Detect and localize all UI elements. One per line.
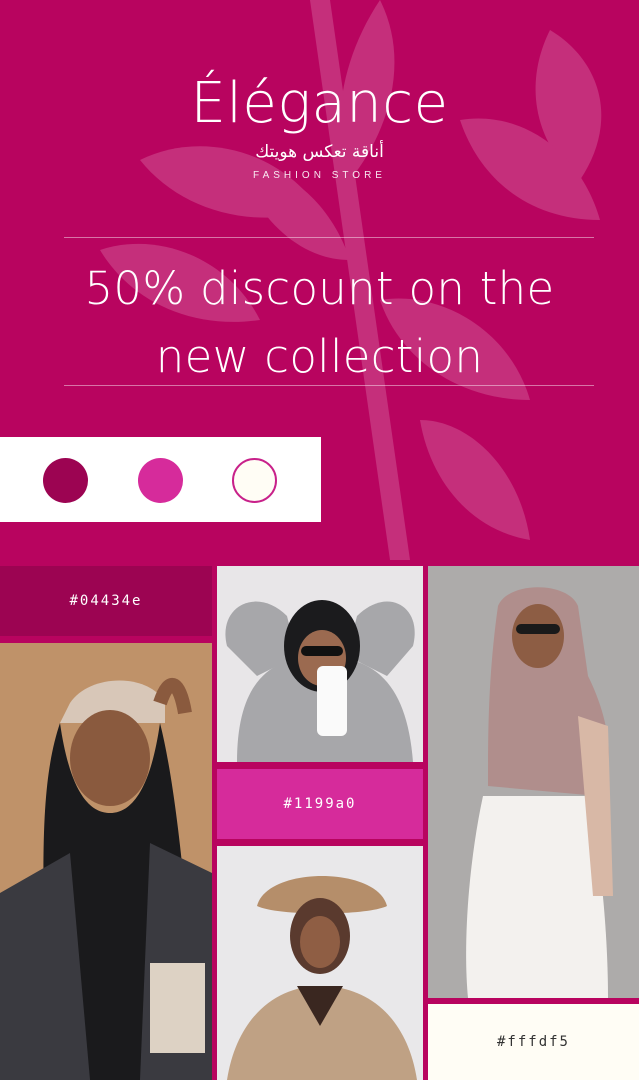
- top-divider: [64, 237, 594, 238]
- promo-poster: Élégance أناقة تعكس هويتك FASHION STORE …: [0, 0, 639, 1080]
- headline-line-1: 50% discount on the: [84, 262, 555, 315]
- color-code-tile-light: #fffdf5: [428, 1004, 639, 1080]
- headline: 50% discount on the new collection: [0, 255, 639, 391]
- swatch-cream: [232, 458, 277, 503]
- brand-subtitle: FASHION STORE: [253, 170, 386, 181]
- brand-block: Élégance أناقة تعكس هويتك FASHION STORE: [0, 71, 639, 182]
- color-code-light: #fffdf5: [496, 1034, 570, 1050]
- headline-line-2: new collection: [155, 330, 484, 383]
- model-sunglasses-phone-photo: [217, 566, 423, 762]
- color-code-dark: #04434e: [69, 593, 143, 609]
- color-code-mid: #1199a0: [283, 796, 357, 812]
- swatch-dark-magenta: [43, 458, 88, 503]
- model-beret-coat-photo: [217, 846, 423, 1080]
- brand-name: Élégance: [190, 71, 449, 136]
- model-black-hijab-cap-photo: [0, 643, 212, 1080]
- brand-arabic-tagline: أناقة تعكس هويتك: [255, 142, 384, 162]
- bottom-divider: [64, 385, 594, 386]
- model-mauve-hijab-photo: [428, 566, 639, 998]
- color-code-tile-mid: #1199a0: [217, 769, 423, 839]
- color-swatch-panel: [0, 437, 321, 522]
- swatch-bright-magenta: [138, 458, 183, 503]
- color-code-tile-dark: #04434e: [0, 566, 212, 636]
